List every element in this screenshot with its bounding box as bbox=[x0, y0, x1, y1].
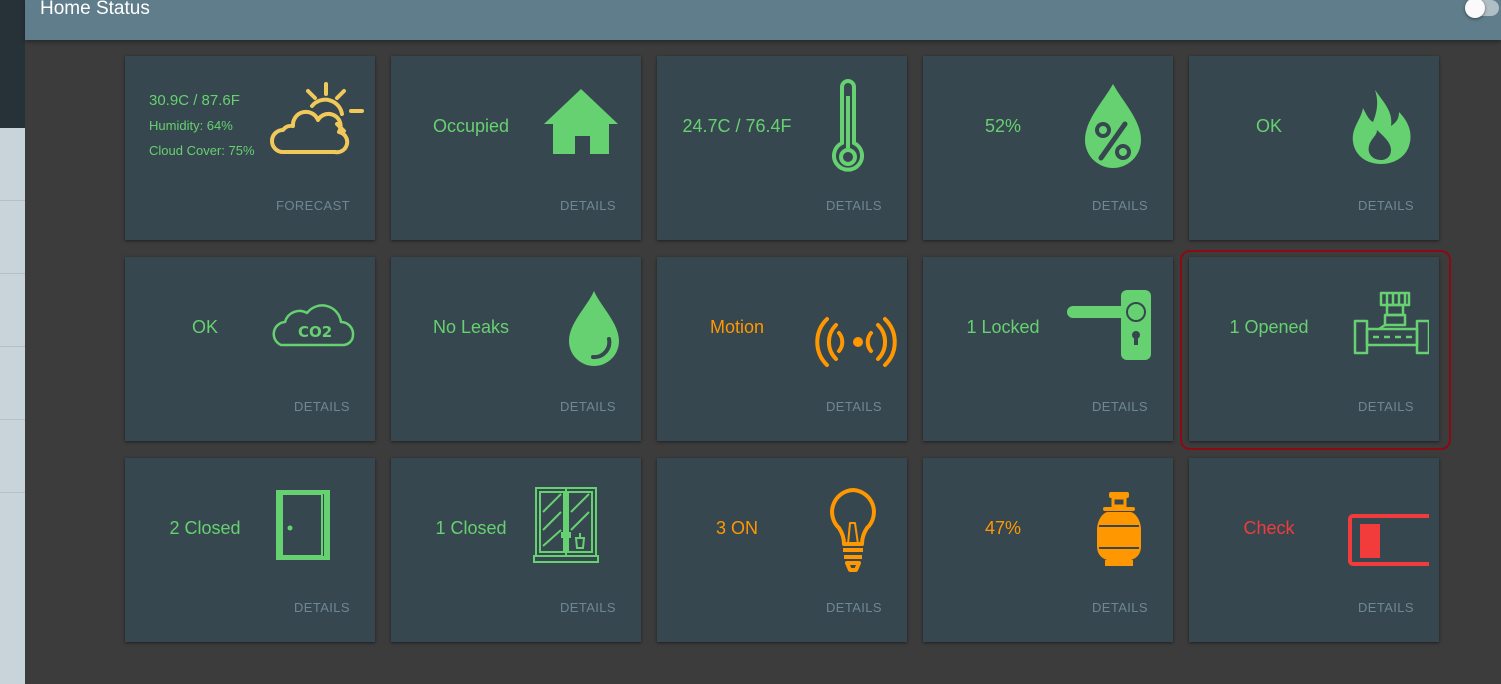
window-icon bbox=[531, 478, 631, 578]
co2-value: OK bbox=[191, 317, 218, 337]
tile-forecast[interactable]: 30.9C / 87.6F Humidity: 64% Cloud Cover:… bbox=[125, 56, 375, 240]
valve-icon bbox=[1329, 277, 1431, 377]
tile-doors[interactable]: 2 Closed DETAILS bbox=[125, 458, 375, 642]
tile-valves[interactable]: 1 Opened DETAILS bbox=[1189, 257, 1439, 441]
lights-value: 3 ON bbox=[715, 518, 758, 538]
doors-value: 2 Closed bbox=[169, 518, 241, 538]
app-header: Home Status bbox=[25, 0, 1501, 40]
tile-smoke[interactable]: OK DETAILS bbox=[1189, 56, 1439, 240]
details-button[interactable]: DETAILS bbox=[826, 600, 882, 615]
light-bulb-icon bbox=[797, 478, 897, 578]
windows-value: 1 Closed bbox=[435, 518, 507, 538]
sidebar-divider bbox=[0, 273, 25, 274]
tile-grid: 30.9C / 87.6F Humidity: 64% Cloud Cover:… bbox=[25, 40, 1501, 684]
sidebar-divider bbox=[0, 200, 25, 201]
tile-leak[interactable]: No Leaks DETAILS bbox=[391, 257, 641, 441]
svg-text:CO2: CO2 bbox=[298, 323, 332, 341]
details-button[interactable]: DETAILS bbox=[1358, 600, 1414, 615]
gas-value: 47% bbox=[984, 518, 1022, 538]
tile-windows[interactable]: 1 Closed DETAILS bbox=[391, 458, 641, 642]
details-button[interactable]: DETAILS bbox=[1092, 198, 1148, 213]
low-battery-icon bbox=[1329, 478, 1440, 578]
tile-humidity[interactable]: 52% DETAILS bbox=[923, 56, 1173, 240]
details-button[interactable]: DETAILS bbox=[560, 198, 616, 213]
smoke-value: OK bbox=[1255, 116, 1282, 136]
forecast-humidity: Humidity: 64% bbox=[149, 118, 233, 133]
flame-icon bbox=[1329, 76, 1429, 176]
motion-sensor-icon bbox=[797, 277, 897, 377]
tile-motion[interactable]: Motion DETAILS bbox=[657, 257, 907, 441]
details-button[interactable]: DETAILS bbox=[826, 399, 882, 414]
tile-presence[interactable]: Occupied DETAILS bbox=[391, 56, 641, 240]
home-icon bbox=[531, 76, 631, 176]
details-button[interactable]: DETAILS bbox=[560, 399, 616, 414]
sidebar-divider bbox=[0, 346, 25, 347]
details-button[interactable]: DETAILS bbox=[1092, 600, 1148, 615]
tile-locks[interactable]: 1 Locked DETAILS bbox=[923, 257, 1173, 441]
forecast-button[interactable]: FORECAST bbox=[276, 198, 350, 213]
leak-value: No Leaks bbox=[432, 317, 510, 337]
tile-lights[interactable]: 3 ON DETAILS bbox=[657, 458, 907, 642]
sidebar-dark-block bbox=[0, 0, 25, 128]
co2-cloud-icon: CO2 bbox=[265, 277, 365, 377]
partly-cloudy-icon bbox=[265, 76, 365, 176]
valves-value: 1 Opened bbox=[1229, 317, 1309, 337]
sidebar-edge bbox=[0, 0, 25, 684]
header-toggle[interactable] bbox=[1465, 0, 1499, 18]
details-button[interactable]: DETAILS bbox=[1358, 399, 1414, 414]
thermometer-icon bbox=[797, 76, 897, 176]
humidity-drop-icon bbox=[1063, 76, 1163, 176]
tile-gas[interactable]: 47% DETAILS bbox=[923, 458, 1173, 642]
page-title: Home Status bbox=[40, 0, 150, 19]
tile-battery[interactable]: Check DETAILS bbox=[1189, 458, 1440, 642]
humidity-value: 52% bbox=[984, 116, 1022, 136]
door-handle-icon bbox=[1063, 277, 1163, 377]
motion-value: Motion bbox=[709, 317, 765, 337]
locks-value: 1 Locked bbox=[966, 317, 1040, 337]
details-button[interactable]: DETAILS bbox=[1358, 198, 1414, 213]
details-button[interactable]: DETAILS bbox=[560, 600, 616, 615]
door-icon bbox=[265, 478, 365, 578]
details-button[interactable]: DETAILS bbox=[826, 198, 882, 213]
presence-value: Occupied bbox=[432, 116, 510, 136]
gas-tank-icon bbox=[1063, 478, 1163, 578]
forecast-temperature: 30.9C / 87.6F bbox=[149, 92, 240, 109]
toggle-knob bbox=[1465, 0, 1485, 18]
temperature-value: 24.7C / 76.4F bbox=[682, 116, 792, 136]
details-button[interactable]: DETAILS bbox=[294, 600, 350, 615]
tile-temperature[interactable]: 24.7C / 76.4F DETAILS bbox=[657, 56, 907, 240]
water-drop-icon bbox=[531, 277, 631, 377]
sidebar-divider bbox=[0, 492, 25, 493]
details-button[interactable]: DETAILS bbox=[1092, 399, 1148, 414]
sidebar-divider bbox=[0, 419, 25, 420]
forecast-cloud-cover: Cloud Cover: 75% bbox=[149, 143, 255, 158]
tile-co2[interactable]: OK CO2 DETAILS bbox=[125, 257, 375, 441]
battery-value: Check bbox=[1243, 518, 1295, 538]
details-button[interactable]: DETAILS bbox=[294, 399, 350, 414]
